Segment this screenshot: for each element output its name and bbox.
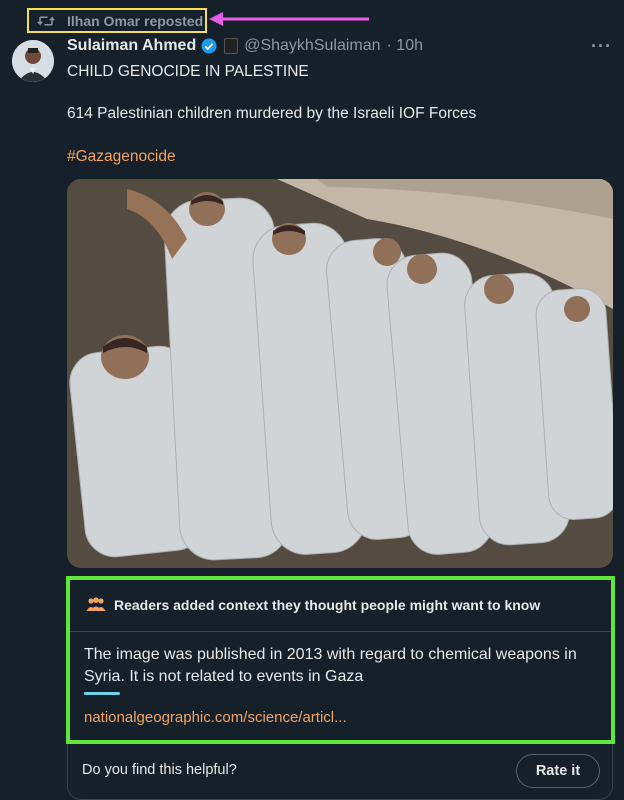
photo-content <box>67 179 613 568</box>
community-note-body: The image was published in 2013 with reg… <box>84 646 577 685</box>
note-divider <box>70 631 611 632</box>
helpful-prompt: Do you find this helpful? Rate it <box>67 744 613 800</box>
repost-label: Ilhan Omar reposted <box>67 12 204 29</box>
people-icon <box>86 597 106 611</box>
affiliation-badge-icon[interactable] <box>224 38 239 54</box>
timestamp[interactable]: · 10h <box>387 37 423 55</box>
source-link[interactable]: nationalgeographic.com/science/articl... <box>84 709 347 726</box>
community-note-header: Readers added context they thought peopl… <box>86 597 540 613</box>
hashtag-link[interactable]: #Gazagenocide <box>67 147 176 167</box>
repost-indicator[interactable]: Ilhan Omar reposted <box>27 8 207 33</box>
more-options-icon[interactable]: ··· <box>591 36 612 57</box>
tweet-text-line-2: 614 Palestinian children murdered by the… <box>67 105 477 122</box>
repost-icon <box>37 15 55 26</box>
tweet-photo[interactable] <box>67 179 613 568</box>
handle[interactable]: @ShaykhSulaiman <box>244 37 380 55</box>
annotation-underline <box>84 692 120 695</box>
helpful-question: Do you find this helpful? <box>82 762 237 778</box>
avatar-image <box>12 40 54 82</box>
tweet-text-line-1: CHILD GENOCIDE IN PALESTINE <box>67 63 309 80</box>
community-note: Readers added context they thought peopl… <box>66 576 615 744</box>
author-line: Sulaiman Ahmed @ShaykhSulaiman · 10h <box>67 36 423 56</box>
verified-badge-icon <box>201 38 217 54</box>
avatar[interactable] <box>12 40 54 82</box>
display-name[interactable]: Sulaiman Ahmed <box>67 37 196 55</box>
rate-it-button[interactable]: Rate it <box>516 754 600 788</box>
annotation-arrow <box>209 12 369 26</box>
community-note-title: Readers added context they thought peopl… <box>114 597 541 613</box>
